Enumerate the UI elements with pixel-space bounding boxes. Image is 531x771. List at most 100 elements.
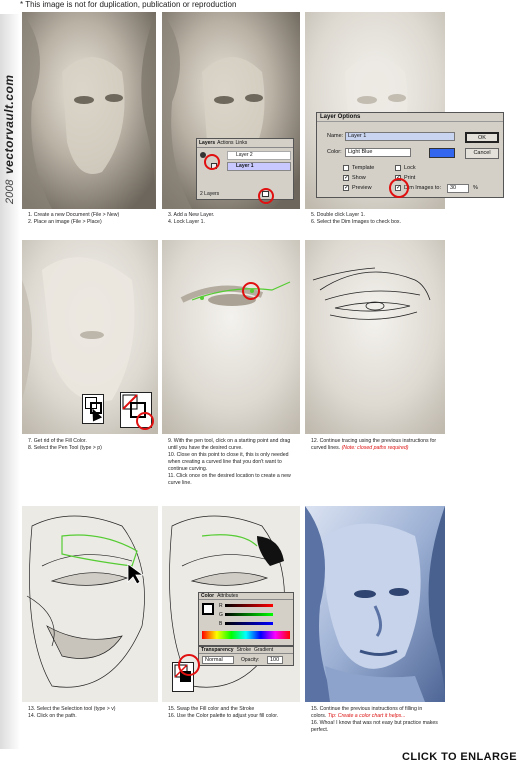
side-bar: vectorvault.com 2008 — [0, 14, 20, 749]
tab-color[interactable]: Color — [201, 593, 214, 599]
year-text: 2008 — [4, 179, 16, 204]
step-panel-2: Layers Actions Links Layer 2 Layer 1 2 L… — [162, 12, 300, 209]
copyright-notice: * This image is not for duplication, pub… — [20, 0, 237, 9]
step-caption-8: 15. Swap the Fill color and the Stroke 1… — [168, 706, 304, 720]
caption-line: colors. Tip: Create a color chart it hel… — [311, 713, 451, 720]
tab-transparency[interactable]: Transparency — [201, 647, 234, 653]
step-caption-7: 13. Select the Selection tool (type > v)… — [28, 706, 158, 720]
channel-g-slider[interactable] — [225, 613, 273, 616]
preview-checkbox[interactable]: ✓ — [343, 185, 349, 191]
layer-options-dialog: Layer Options Name: Layer 1 Color: Light… — [316, 112, 504, 198]
step-caption-9: 15. Continue the previous instructions o… — [311, 706, 451, 734]
caption-text: colors. — [311, 713, 327, 719]
caption-line: 6. Select the Dim Images to check box. — [311, 219, 401, 225]
fill-stroke-indicator[interactable] — [202, 603, 214, 615]
tab-attributes[interactable]: Attributes — [217, 593, 238, 599]
highlight-circle — [204, 154, 220, 170]
layers-count: 2 Layers — [200, 191, 220, 197]
caption-line: 5. Double click Layer 1. — [311, 212, 365, 218]
caption-line: perfect. — [311, 727, 329, 733]
caption-line: 11. Click once on the desired location t… — [168, 473, 291, 479]
caption-line: 4. Lock Layer 1. — [168, 219, 205, 225]
caption-line: curve line. — [168, 480, 192, 486]
caption-line: until you have the desired curve. — [168, 445, 243, 451]
channel-b-label: B — [219, 621, 223, 627]
tab-layers[interactable]: Layers — [199, 140, 215, 146]
caption-line: continue curving. — [168, 466, 208, 472]
lock-checkbox[interactable] — [395, 165, 401, 171]
tab-actions[interactable]: Actions — [217, 140, 233, 146]
layer-row[interactable]: Layer 1 — [227, 162, 291, 171]
blend-mode-select[interactable]: Normal — [202, 656, 234, 664]
transparency-palette: Transparency Stroke Gradient Normal Opac… — [198, 646, 294, 666]
opacity-input[interactable]: 100 — [267, 656, 283, 664]
opacity-label: Opacity: — [241, 657, 260, 663]
step-panel-4 — [22, 240, 158, 434]
caption-line: when creating a curved line that you don… — [168, 459, 282, 465]
step-caption-2: 3. Add a New Layer. 4. Lock Layer 1. — [168, 212, 298, 226]
caption-line: 9. With the pen tool, click on a startin… — [168, 438, 291, 444]
color-spectrum-bar[interactable] — [202, 631, 290, 639]
step-panel-7 — [22, 506, 158, 702]
step-panel-1 — [22, 12, 156, 209]
traced-eye-paths — [305, 240, 445, 434]
name-label: Name: — [327, 133, 344, 139]
traced-face-selected — [22, 506, 158, 702]
caption-line: 13. Select the Selection tool (type > v) — [28, 706, 116, 712]
template-checkbox[interactable] — [343, 165, 349, 171]
step-panel-9 — [305, 506, 445, 702]
tab-gradient[interactable]: Gradient — [254, 647, 273, 653]
caption-line: 3. Add a New Layer. — [168, 212, 215, 218]
color-palette: Color Attributes R G B — [198, 592, 294, 646]
color-swatch[interactable] — [429, 148, 455, 158]
show-label: Show — [352, 175, 366, 181]
caption-line: 15. Continue the previous instructions o… — [311, 706, 423, 712]
channel-b-slider[interactable] — [225, 622, 273, 625]
finished-vector-portrait — [305, 506, 445, 702]
caption-line: 12. Continue tracing using the previous … — [311, 438, 437, 444]
show-checkbox[interactable]: ✓ — [343, 175, 349, 181]
step-caption-4: 7. Get rid of the Fill Color. 8. Select … — [28, 438, 158, 452]
color-select[interactable]: Light Blue — [345, 148, 411, 157]
step-caption-1: 1. Create a new Document (File > New) 2.… — [28, 212, 158, 226]
step-caption-5: 9. With the pen tool, click on a startin… — [168, 438, 304, 487]
step-caption-3: 5. Double click Layer 1. 6. Select the D… — [311, 212, 451, 226]
dim-value-input[interactable]: 30 — [447, 184, 469, 193]
percent-label: % — [473, 185, 478, 191]
step-panel-6 — [305, 240, 445, 434]
click-to-enlarge-link[interactable]: CLICK TO ENLARGE — [402, 751, 517, 763]
layer-row[interactable]: Layer 2 — [227, 151, 291, 160]
caption-line: 16. Whoa! I know that was not easy but p… — [311, 720, 438, 726]
statue-eye-closeup — [162, 240, 300, 434]
ok-button[interactable]: OK — [465, 132, 499, 143]
caption-line: 16. Use the Color palette to adjust your… — [168, 713, 279, 719]
caption-line: 7. Get rid of the Fill Color. — [28, 438, 87, 444]
name-input[interactable]: Layer 1 — [345, 132, 455, 141]
highlight-circle — [389, 178, 409, 198]
brand-label: vectorvault.com — [2, 74, 18, 176]
cancel-button[interactable]: Cancel — [465, 148, 499, 159]
tab-links[interactable]: Links — [236, 140, 248, 146]
layer-name: Layer 1 — [236, 163, 254, 169]
brand-text: vectorvault.com — [2, 74, 16, 174]
caption-tip: Tip: Create a color chart it helps... — [327, 713, 406, 719]
selection-arrow-icon — [127, 563, 145, 585]
caption-note: (Note: closed paths required) — [341, 445, 409, 451]
channel-r-slider[interactable] — [225, 604, 273, 607]
channel-r-label: R — [219, 603, 223, 609]
preview-label: Preview — [352, 185, 372, 191]
dim-images-label: Dim Images to: — [404, 185, 441, 191]
caption-line: 2. Place an image (File > Place) — [28, 219, 102, 225]
statue-photo — [22, 12, 156, 209]
highlight-circle — [242, 282, 260, 300]
step-caption-6: 12. Continue tracing using the previous … — [311, 438, 451, 452]
year-label: 2008 — [4, 174, 16, 204]
highlight-circle — [178, 654, 200, 676]
tab-stroke[interactable]: Stroke — [237, 647, 251, 653]
step-panel-8: Color Attributes R G B Transparency Stro… — [162, 506, 300, 702]
template-label: Template — [352, 165, 375, 171]
caption-text: curved lines. — [311, 445, 341, 451]
highlight-circle — [258, 188, 274, 204]
caption-line: 15. Swap the Fill color and the Stroke — [168, 706, 255, 712]
lock-label: Lock — [404, 165, 416, 171]
